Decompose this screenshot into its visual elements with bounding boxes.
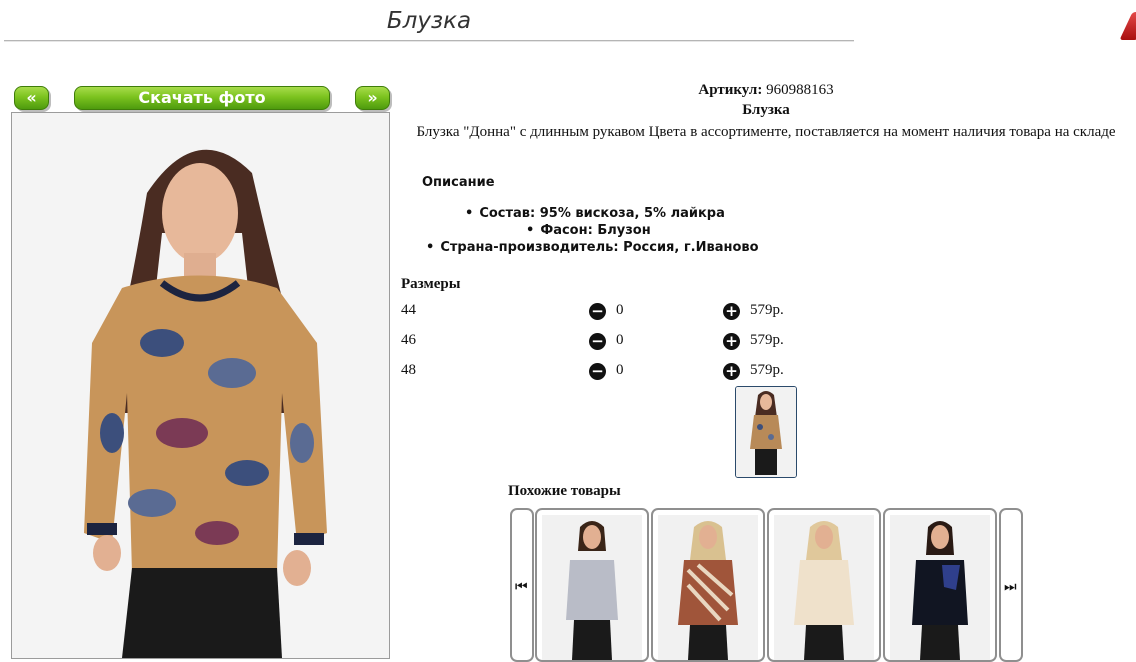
decrease-quantity-icon[interactable]: − — [589, 363, 606, 380]
similar-product-photo — [890, 515, 990, 660]
product-description: Блузка "Донна" с длинным рукавом Цвета в… — [416, 124, 1116, 140]
skip-forward-icon: ⏭ — [1004, 579, 1017, 595]
close-icon[interactable] — [1119, 12, 1136, 40]
quantity-value: 0 — [616, 362, 624, 378]
article-value: 960988163 — [766, 82, 834, 98]
decrease-quantity-icon[interactable]: − — [589, 303, 606, 320]
details-title: Описание — [422, 175, 495, 190]
download-photo-button[interactable]: Скачать фото — [74, 86, 330, 110]
detail-item-style: Фасон: Блузон — [526, 223, 650, 238]
price-value: 579р. — [750, 302, 784, 318]
product-name: Блузка — [742, 102, 790, 118]
previous-photo-button[interactable]: « — [14, 86, 49, 110]
similar-product-photo — [542, 515, 642, 660]
article-label: Артикул: — [698, 82, 763, 98]
carousel-next-button[interactable]: ⏭ — [999, 508, 1023, 662]
decrease-quantity-icon[interactable]: − — [589, 333, 606, 350]
price-value: 579р. — [750, 332, 784, 348]
detail-item-composition: Состав: 95% вискоза, 5% лайкра — [465, 206, 725, 221]
increase-quantity-icon[interactable]: + — [723, 363, 740, 380]
page-title: Блузка — [386, 8, 472, 34]
similar-product-card[interactable] — [651, 508, 765, 662]
article-number: Артикул: 960988163 — [401, 82, 1131, 99]
size-row: 44 − 0 + 579р. — [401, 302, 821, 322]
quantity-value: 0 — [616, 302, 624, 318]
size-row: 48 − 0 + 579р. — [401, 362, 821, 382]
increase-quantity-icon[interactable]: + — [723, 303, 740, 320]
size-value: 48 — [401, 362, 416, 378]
increase-quantity-icon[interactable]: + — [723, 333, 740, 350]
sizes-title: Размеры — [401, 276, 461, 292]
similar-product-photo — [774, 515, 874, 660]
photo-thumbnail[interactable] — [735, 386, 797, 478]
skip-back-icon: ⏮ — [515, 579, 528, 595]
similar-product-card[interactable] — [535, 508, 649, 662]
similar-products-title: Похожие товары — [508, 483, 621, 499]
next-photo-button[interactable]: » — [355, 86, 390, 110]
size-value: 46 — [401, 332, 416, 348]
price-value: 579р. — [750, 362, 784, 378]
main-product-photo — [11, 112, 390, 659]
carousel-prev-button[interactable]: ⏮ — [510, 508, 534, 662]
similar-product-photo — [658, 515, 758, 660]
title-divider — [4, 40, 854, 41]
detail-item-country: Страна-производитель: Россия, г.Иваново — [426, 240, 758, 255]
similar-product-card[interactable] — [883, 508, 997, 662]
size-row: 46 − 0 + 579р. — [401, 332, 821, 352]
size-value: 44 — [401, 302, 416, 318]
quantity-value: 0 — [616, 332, 624, 348]
similar-product-card[interactable] — [767, 508, 881, 662]
